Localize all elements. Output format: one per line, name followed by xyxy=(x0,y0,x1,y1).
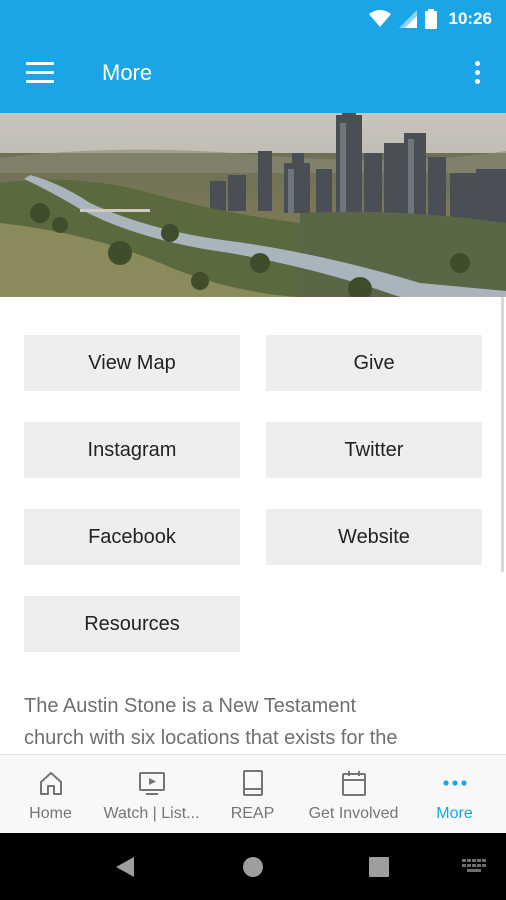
nav-item-watch[interactable]: Watch | List... xyxy=(101,755,202,834)
city-skyline-image xyxy=(0,113,506,297)
instagram-button[interactable]: Instagram xyxy=(24,422,240,478)
description-text: The Austin Stone is a New Testament chur… xyxy=(24,690,484,754)
scrollbar[interactable] xyxy=(501,297,504,572)
nav-label-more: More xyxy=(436,805,473,822)
give-button[interactable]: Give xyxy=(266,335,482,391)
twitter-button[interactable]: Twitter xyxy=(266,422,482,478)
description-line-1: The Austin Stone is a New Testament xyxy=(24,695,357,717)
page-title: More xyxy=(102,60,153,85)
nav-item-get-involved[interactable]: Get Involved xyxy=(303,755,404,834)
more-dots-icon xyxy=(442,780,467,786)
hero-image xyxy=(0,113,506,297)
bottom-navigation: Home Watch | List... REAP Get Involved M… xyxy=(0,754,506,834)
description-line-2: church with six locations that exists fo… xyxy=(24,727,398,749)
nav-label-home: Home xyxy=(29,805,72,822)
resources-button[interactable]: Resources xyxy=(24,596,240,652)
nav-label-watch: Watch | List... xyxy=(103,805,200,822)
nav-label-get-involved: Get Involved xyxy=(308,805,399,822)
app-bar: More xyxy=(0,37,506,113)
status-icons: 10:26 xyxy=(368,6,492,32)
website-button[interactable]: Website xyxy=(266,509,482,565)
facebook-button[interactable]: Facebook xyxy=(24,509,240,565)
overflow-menu-icon[interactable] xyxy=(472,61,482,89)
wifi-icon xyxy=(368,10,391,27)
view-map-button[interactable]: View Map xyxy=(24,335,240,391)
battery-icon xyxy=(424,9,437,29)
cell-signal-icon xyxy=(398,10,417,28)
back-icon[interactable] xyxy=(114,855,136,879)
nav-item-reap[interactable]: REAP xyxy=(202,755,303,834)
status-bar: 10:26 xyxy=(0,0,506,37)
home-circle-icon[interactable] xyxy=(242,856,264,878)
calendar-icon xyxy=(341,771,366,796)
status-time: 10:26 xyxy=(448,9,492,28)
nav-item-home[interactable]: Home xyxy=(0,755,101,834)
recents-icon[interactable] xyxy=(369,857,389,877)
book-icon xyxy=(242,770,263,796)
home-icon xyxy=(39,772,62,795)
nav-item-more[interactable]: More xyxy=(404,755,505,834)
nav-label-reap: REAP xyxy=(230,805,275,822)
hamburger-menu-icon[interactable] xyxy=(26,62,54,86)
video-player-icon xyxy=(138,772,165,795)
keyboard-icon[interactable] xyxy=(462,859,488,875)
system-navigation-bar xyxy=(0,833,506,900)
